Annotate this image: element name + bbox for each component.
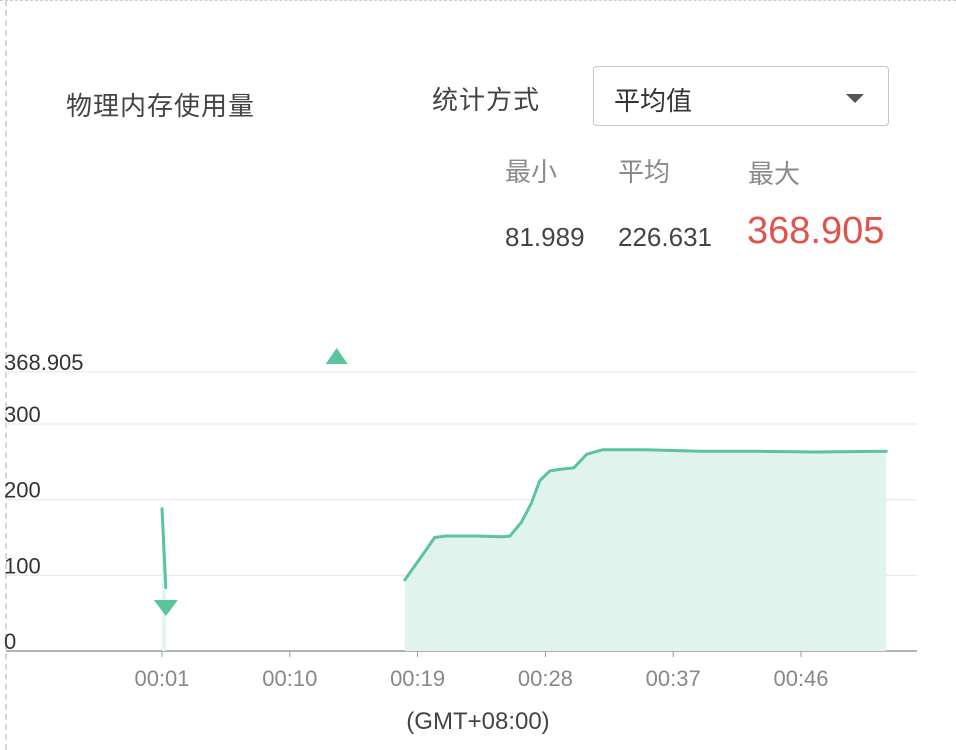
y-tick-label: 100 xyxy=(4,553,41,578)
x-tick-label: 00:37 xyxy=(646,666,701,691)
x-axis-timezone-label: (GMT+08:00) xyxy=(0,708,956,736)
y-tick-label: 300 xyxy=(4,402,41,427)
memory-usage-chart[interactable]: 0 100 200 300 368.905 00:01 00:10 00:19 00:28 00:… xyxy=(0,0,956,750)
x-tick-label: 00:01 xyxy=(134,666,189,691)
min-marker-icon xyxy=(153,600,178,616)
max-marker-icon xyxy=(325,348,348,364)
y-tick-label: 200 xyxy=(4,478,41,503)
x-tick-label: 00:10 xyxy=(262,666,317,691)
x-axis-label: (GMT+08:00) xyxy=(406,708,550,735)
y-tick-label: 368.905 xyxy=(4,350,84,375)
x-tick-label: 00:28 xyxy=(518,666,573,691)
x-tick-label: 00:19 xyxy=(390,666,445,691)
series-area xyxy=(404,449,887,651)
y-tick-label: 0 xyxy=(4,629,16,654)
memory-usage-panel: 物理内存使用量 统计方式 平均值 最小 平均 最大 81.989 226.631… xyxy=(0,0,956,750)
x-tick-label: 00:46 xyxy=(773,666,828,691)
